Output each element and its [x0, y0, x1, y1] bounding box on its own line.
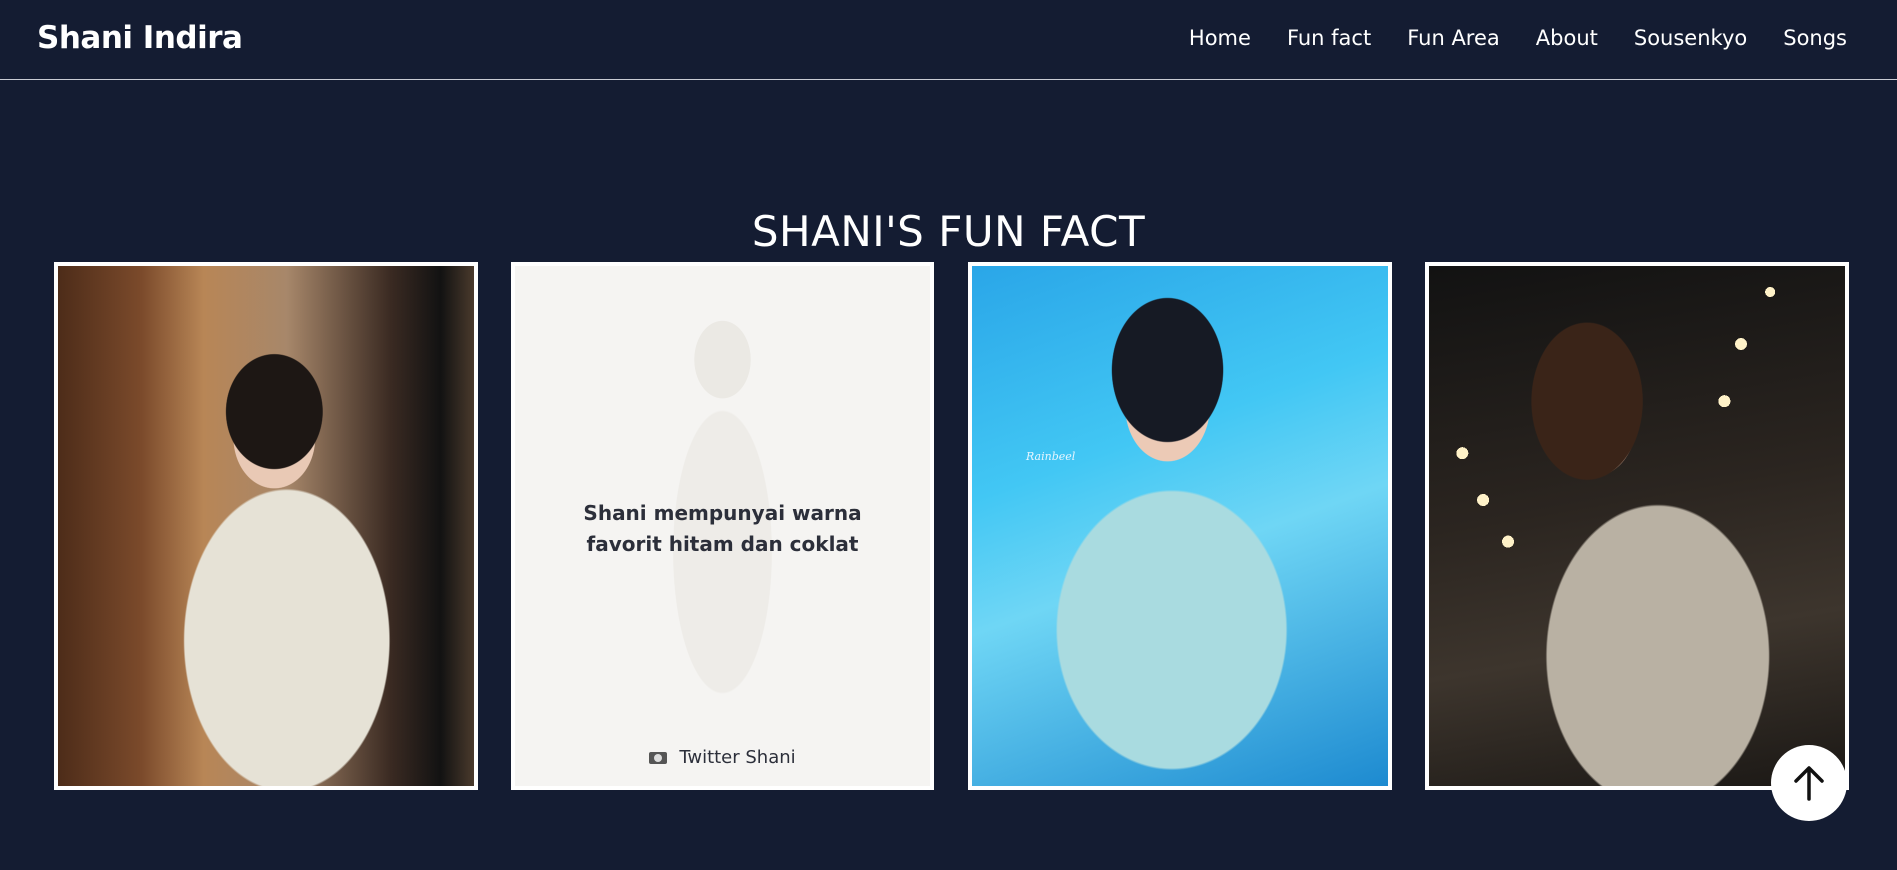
photo-watermark: Rainbeel [1026, 450, 1076, 463]
nav-songs[interactable]: Songs [1783, 26, 1847, 50]
credit-label: Twitter Shani [679, 747, 796, 768]
camera-icon [649, 752, 668, 764]
nav-home[interactable]: Home [1189, 26, 1251, 50]
nav-fun-fact[interactable]: Fun fact [1287, 26, 1371, 50]
brand-logo[interactable]: Shani Indira [37, 20, 243, 56]
shani-photo-smile [1429, 266, 1845, 786]
nav-links: Home Fun fact Fun Area About Sousenkyo S… [1189, 26, 1847, 50]
scroll-to-top-button[interactable] [1771, 745, 1847, 821]
fun-fact-card-1[interactable] [54, 262, 478, 790]
section-title: SHANI'S FUN FACT [751, 206, 1146, 256]
fun-fact-text: Shani mempunyai warna favorit hitam dan … [583, 501, 862, 556]
fun-fact-card-2-flipped[interactable]: Shani mempunyai warna favorit hitam dan … [511, 262, 934, 790]
arrow-up-icon [1794, 766, 1824, 801]
photo-credit: Twitter Shani [515, 747, 930, 768]
fun-fact-card-3[interactable]: Rainbeel [968, 262, 1392, 790]
navbar: Shani Indira Home Fun fact Fun Area Abou… [0, 0, 1897, 80]
shani-photo-heart-pose [58, 266, 474, 786]
nav-fun-area[interactable]: Fun Area [1407, 26, 1500, 50]
nav-sousenkyo[interactable]: Sousenkyo [1634, 26, 1747, 50]
fun-fact-card-4[interactable] [1425, 262, 1849, 790]
nav-about[interactable]: About [1536, 26, 1598, 50]
shani-photo-stage [972, 266, 1388, 786]
